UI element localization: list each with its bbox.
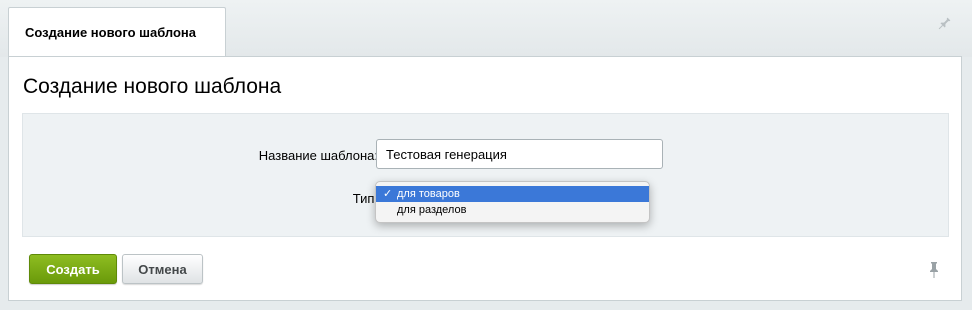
form-box: Название шаблона: Тип: ✓ для товаров для… [22, 113, 949, 237]
option-label: для товаров [397, 188, 460, 200]
type-option-products[interactable]: ✓ для товаров [376, 186, 649, 202]
tab-create-template[interactable]: Создание нового шаблона [8, 7, 226, 57]
cancel-button[interactable]: Отмена [122, 254, 203, 284]
tab-label: Создание нового шаблона [25, 25, 197, 40]
main-panel: Создание нового шаблона Название шаблона… [8, 56, 962, 301]
create-button[interactable]: Создать [29, 254, 117, 284]
pin-icon[interactable] [927, 261, 941, 279]
page-title: Создание нового шаблона [23, 75, 282, 98]
option-label: для разделов [397, 204, 467, 216]
pin-icon[interactable] [933, 13, 956, 36]
type-dropdown[interactable]: ✓ для товаров для разделов [375, 181, 650, 223]
tab-bar: Создание нового шаблона [0, 0, 972, 57]
template-name-input[interactable] [376, 139, 663, 169]
type-option-sections[interactable]: для разделов [376, 202, 649, 218]
checkmark-icon: ✓ [383, 188, 393, 200]
template-name-label: Название шаблона: [258, 148, 378, 163]
